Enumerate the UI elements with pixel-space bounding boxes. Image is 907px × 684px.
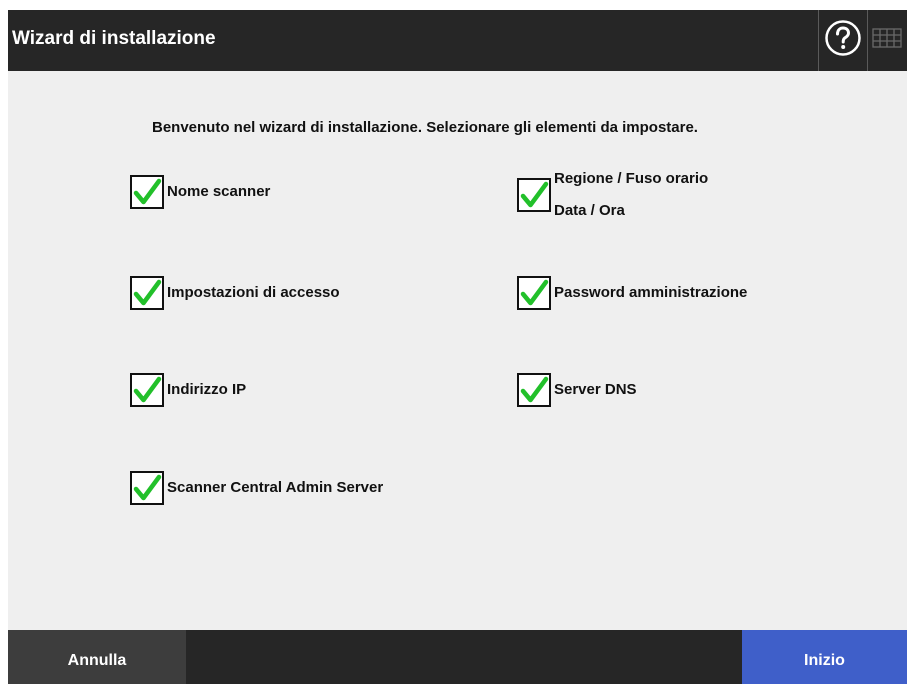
option-label-region: Regione / Fuso orario (554, 170, 709, 187)
option-region-datetime[interactable]: Regione / Fuso orario Data / Ora (517, 163, 708, 227)
option-access-settings[interactable]: Impostazioni di accesso (130, 276, 340, 310)
cancel-button[interactable]: Annulla (8, 630, 186, 684)
option-central-admin[interactable]: Scanner Central Admin Server (130, 471, 383, 505)
help-button[interactable] (818, 10, 868, 71)
checkbox-scanner-name[interactable] (130, 175, 164, 209)
checkmark-icon (130, 471, 164, 505)
checkmark-icon (517, 276, 551, 310)
option-dns-server[interactable]: Server DNS (517, 373, 637, 407)
setup-wizard-window: Wizard di installazione Benvenuto nel wi… (8, 10, 907, 684)
option-label: Password amministrazione (554, 284, 748, 301)
checkbox-central-admin[interactable] (130, 471, 164, 505)
option-label: Scanner Central Admin Server (167, 479, 384, 496)
option-label: Server DNS (554, 381, 637, 398)
option-label: Impostazioni di accesso (167, 284, 340, 301)
checkbox-region-datetime[interactable] (517, 178, 551, 212)
option-label-group: Regione / Fuso orario Data / Ora (554, 163, 708, 227)
checkmark-icon (130, 175, 164, 209)
intro-text: Benvenuto nel wizard di installazione. S… (152, 119, 698, 136)
checkmark-icon (130, 373, 164, 407)
keyboard-icon (872, 23, 902, 58)
checkbox-ip-address[interactable] (130, 373, 164, 407)
wizard-content: Benvenuto nel wizard di installazione. S… (8, 71, 907, 629)
checkmark-icon (517, 373, 551, 407)
checkbox-access-settings[interactable] (130, 276, 164, 310)
checkmark-icon (517, 178, 551, 212)
footer-bar: Annulla Inizio (8, 630, 907, 684)
option-admin-password[interactable]: Password amministrazione (517, 276, 747, 310)
checkmark-icon (130, 276, 164, 310)
checkbox-admin-password[interactable] (517, 276, 551, 310)
option-label-datetime: Data / Ora (554, 202, 625, 219)
start-button[interactable]: Inizio (742, 630, 907, 684)
option-label: Indirizzo IP (167, 381, 247, 398)
option-ip-address[interactable]: Indirizzo IP (130, 373, 246, 407)
question-circle-icon (824, 19, 862, 62)
keyboard-button[interactable] (868, 10, 907, 71)
option-label: Nome scanner (167, 183, 271, 200)
title-bar: Wizard di installazione (8, 10, 907, 71)
checkbox-dns-server[interactable] (517, 373, 551, 407)
option-scanner-name[interactable]: Nome scanner (130, 175, 270, 209)
window-title: Wizard di installazione (12, 28, 216, 49)
